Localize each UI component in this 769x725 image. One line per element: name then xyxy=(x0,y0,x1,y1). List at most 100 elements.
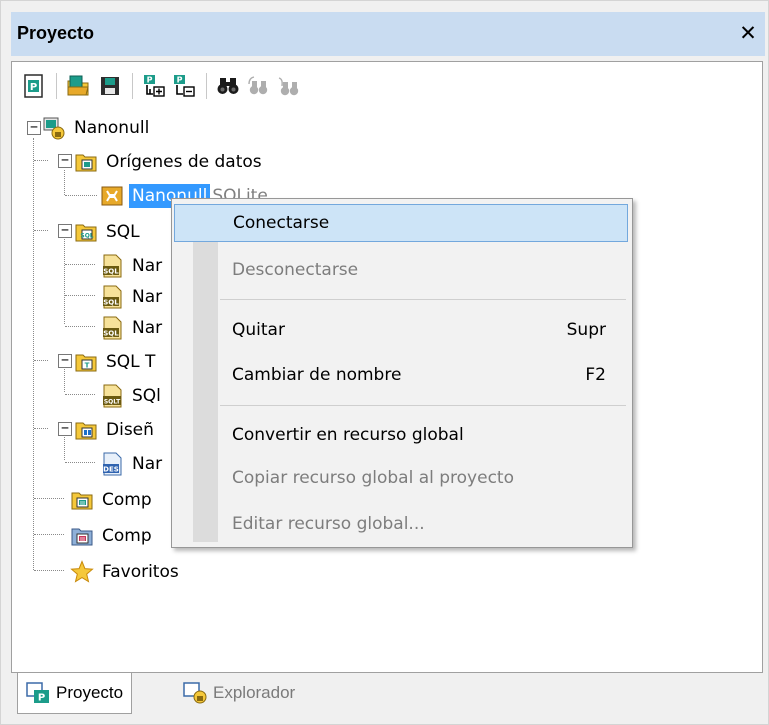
folder-icon xyxy=(74,150,98,174)
folder-icon: T xyxy=(74,350,98,374)
project-icon xyxy=(42,116,66,140)
close-button[interactable]: ✕ xyxy=(735,18,761,48)
tree-label: Nanonull xyxy=(74,118,150,138)
collapse-toggle[interactable]: − xyxy=(27,121,41,135)
menu-separator xyxy=(220,405,626,406)
tree-line xyxy=(65,462,95,463)
tree-line xyxy=(34,160,48,161)
sql-file-icon: SQL xyxy=(100,316,124,340)
tree-line xyxy=(64,234,65,324)
folder-icon xyxy=(74,418,98,442)
tree-line xyxy=(33,138,34,570)
menu-item-shortcut: F2 xyxy=(585,365,606,385)
menu-item-label: Cambiar de nombre xyxy=(232,365,402,385)
tree-label: Diseñ xyxy=(106,420,154,440)
menu-item-disconnect[interactable]: Desconectarse xyxy=(174,251,628,289)
tree-label: SQL xyxy=(106,222,140,242)
collapse-toggle[interactable]: − xyxy=(58,422,72,436)
star-icon xyxy=(70,560,94,584)
tree-folder-compare[interactable]: Comp xyxy=(70,486,155,514)
tree-label: Nar xyxy=(132,318,163,338)
tree-line xyxy=(34,570,64,571)
sql-file-icon: SQL xyxy=(100,285,124,309)
tree-line xyxy=(34,498,64,499)
folder-icon: SQL xyxy=(74,220,98,244)
explorer-tab-icon xyxy=(183,681,209,705)
panel-tabs: P Proyecto Explorador xyxy=(11,673,765,717)
tree-item-favorites[interactable]: Favoritos xyxy=(70,558,182,586)
folder-icon xyxy=(70,524,94,548)
tree-folder-compare[interactable]: Comp xyxy=(70,522,155,550)
tree-item-sql[interactable]: SQL Nar xyxy=(100,252,165,280)
title-bar: Proyecto ✕ xyxy=(11,12,765,56)
svg-text:DES: DES xyxy=(103,466,119,474)
data-source-icon xyxy=(100,184,124,208)
tree-line xyxy=(64,432,65,460)
svg-text:SQL: SQL xyxy=(103,299,119,307)
tree-label: Comp xyxy=(102,526,152,546)
project-tab-icon: P xyxy=(26,681,52,705)
svg-text:SQLT: SQLT xyxy=(104,399,121,406)
tree-root-node[interactable]: Nanonull xyxy=(42,114,152,142)
menu-item-rename[interactable]: Cambiar de nombre F2 xyxy=(174,356,628,394)
menu-item-shortcut: Supr xyxy=(566,320,606,340)
collapse-toggle[interactable]: − xyxy=(58,354,72,368)
tree-line xyxy=(34,230,48,231)
tree-label: SQl xyxy=(132,386,161,406)
svg-text:T: T xyxy=(85,362,90,370)
menu-item-convert-global[interactable]: Convertir en recurso global xyxy=(174,416,628,454)
design-file-icon: DES xyxy=(100,452,124,476)
svg-text:SQL: SQL xyxy=(103,330,119,338)
project-window: Proyecto ✕ P P P − − − − − Nanonull Oríg… xyxy=(0,0,769,725)
menu-item-edit-global[interactable]: Editar recurso global... xyxy=(174,505,628,543)
tree-label: Comp xyxy=(102,490,152,510)
tree-item-design[interactable]: DES Nar xyxy=(100,450,165,478)
tree-folder-design[interactable]: Diseñ xyxy=(74,416,157,444)
tree-label: SQL T xyxy=(106,352,156,372)
sql-template-icon: SQLT xyxy=(100,384,124,408)
tree-line xyxy=(34,360,48,361)
svg-text:P: P xyxy=(38,693,45,704)
tree-item-sql-template[interactable]: SQLT SQl xyxy=(100,382,164,410)
tree-label: Orígenes de datos xyxy=(106,152,262,172)
menu-separator xyxy=(220,299,626,300)
menu-item-label: Convertir en recurso global xyxy=(232,425,464,445)
tree-label: Favoritos xyxy=(102,562,179,582)
menu-item-copy-global[interactable]: Copiar recurso global al proyecto xyxy=(174,459,628,497)
tab-project[interactable]: P Proyecto xyxy=(17,673,133,714)
menu-item-label: Quitar xyxy=(232,320,285,340)
menu-item-connect[interactable]: Conectarse xyxy=(174,204,628,242)
collapse-toggle[interactable]: − xyxy=(58,154,72,168)
menu-item-remove[interactable]: Quitar Supr xyxy=(174,311,628,349)
tree-line xyxy=(65,264,95,265)
tree-line xyxy=(64,170,65,195)
tab-label: Explorador xyxy=(213,683,296,702)
tree-line xyxy=(34,534,64,535)
collapse-toggle[interactable]: − xyxy=(58,224,72,238)
tree-line xyxy=(65,394,95,395)
tree-label: Nar xyxy=(132,256,163,276)
context-menu: Conectarse Desconectarse Quitar Supr Cam… xyxy=(171,198,633,548)
tree-line xyxy=(65,195,97,196)
menu-item-label: Conectarse xyxy=(233,213,330,233)
tree-item-sql[interactable]: SQL Nar xyxy=(100,283,165,311)
sql-file-icon: SQL xyxy=(100,254,124,278)
tree-item-sql[interactable]: SQL Nar xyxy=(100,314,165,342)
folder-icon xyxy=(70,488,94,512)
tree-line xyxy=(34,428,48,429)
tab-explorer[interactable]: Explorador xyxy=(175,673,303,713)
tree-folder-data-sources[interactable]: Orígenes de datos xyxy=(74,148,265,176)
svg-text:SQL: SQL xyxy=(103,268,119,276)
window-title: Proyecto xyxy=(17,23,95,43)
menu-item-label: Desconectarse xyxy=(232,260,359,280)
svg-text:SQL: SQL xyxy=(80,233,93,240)
menu-item-label: Copiar recurso global al proyecto xyxy=(232,468,514,488)
tree-line xyxy=(65,295,95,296)
menu-item-label: Editar recurso global... xyxy=(232,514,425,534)
tree-folder-sql[interactable]: SQL SQL xyxy=(74,218,143,246)
tree-label: Nar xyxy=(132,454,163,474)
tree-line xyxy=(65,326,95,327)
tree-label: Nar xyxy=(132,287,163,307)
tab-label: Proyecto xyxy=(56,683,124,702)
tree-folder-sql-templates[interactable]: T SQL T xyxy=(74,348,158,376)
